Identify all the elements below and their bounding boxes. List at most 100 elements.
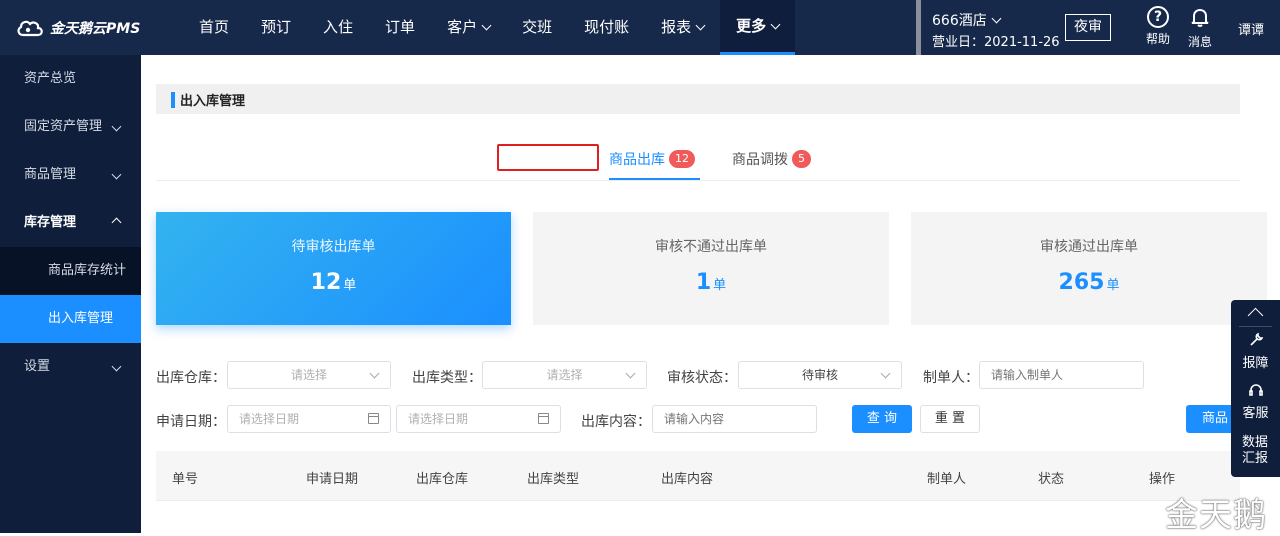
chevron-down-icon: [481, 20, 492, 31]
customer-service-button[interactable]: 客服: [1231, 382, 1280, 421]
tab-label: 商品调拨: [732, 152, 788, 168]
wrench-icon: [1249, 332, 1263, 346]
nav-home[interactable]: 首页: [183, 0, 245, 55]
messages-label: 消息: [1187, 35, 1212, 49]
card-label: 待审核出库单: [291, 239, 376, 255]
business-date: 营业日：2021-11-26: [932, 35, 1060, 50]
nav-customers[interactable]: 客户: [431, 0, 506, 55]
column-header-status: 状态: [1038, 472, 1065, 487]
topbar-divider: [916, 0, 921, 55]
data-report-button[interactable]: 数据汇报: [1240, 435, 1270, 467]
floating-service-panel: 报障 客服 数据汇报: [1231, 300, 1280, 477]
column-header-type: 出库类型: [527, 472, 580, 487]
chevron-down-icon: [991, 13, 1002, 24]
tab-highlight-box[interactable]: [497, 144, 599, 171]
sidebar-item-settings[interactable]: 设置: [0, 343, 141, 391]
card-value: 265 单: [911, 270, 1267, 295]
cloud-logo-icon: [17, 20, 43, 37]
card-review-rejected[interactable]: 审核不通过出库单 1单: [533, 212, 889, 325]
tab-divider: [156, 180, 1240, 181]
nav-reports[interactable]: 报表: [645, 0, 720, 55]
sidebar-item-label: 库存管理: [24, 215, 77, 230]
nav-more[interactable]: 更多: [720, 0, 796, 55]
title-accent-bar: [171, 92, 175, 108]
nav-more-label: 更多: [736, 17, 767, 35]
night-audit-button[interactable]: 夜审: [1065, 14, 1111, 41]
card-count: 265: [1058, 270, 1105, 295]
warehouse-label: 出库仓库：: [156, 370, 226, 386]
outbound-type-select[interactable]: 请选择: [482, 361, 647, 389]
column-header-apply-date: 申请日期: [306, 472, 359, 487]
date-placeholder: 请选择日期: [239, 412, 300, 426]
customer-service-label: 客服: [1242, 406, 1269, 421]
headset-icon: [1248, 384, 1263, 396]
sidebar-item-stock-inout[interactable]: 出入库管理: [0, 295, 141, 343]
brand-logo[interactable]: 金天鹅云PMS: [16, 16, 140, 40]
hotel-selector[interactable]: 666酒店: [932, 10, 1002, 30]
card-value: 12 单: [156, 270, 511, 295]
sidebar-item-label: 设置: [24, 359, 51, 374]
sidebar-item-fixed-assets[interactable]: 固定资产管理: [0, 103, 141, 151]
chevron-down-icon: [880, 368, 891, 379]
user-menu[interactable]: 谭谭: [1238, 19, 1264, 38]
card-unit: 单: [713, 278, 727, 293]
nav-checkin[interactable]: 入住: [307, 0, 369, 55]
creator-label: 制单人：: [923, 370, 979, 386]
outbound-type-label: 出库类型：: [412, 370, 482, 386]
warehouse-select[interactable]: 请选择: [227, 361, 391, 389]
chevron-down-icon: [111, 169, 122, 180]
date-placeholder: 请选择日期: [408, 412, 469, 426]
query-button[interactable]: 查 询: [852, 405, 912, 433]
main-content: 出入库管理 商品出库 12 商品调拨 5 待审核出库单 12 单 审核不通过出库单…: [141, 55, 1280, 533]
nav-cash-account[interactable]: 现付账: [568, 0, 645, 55]
main-nav: 首页 预订 入住 订单 客户 交班 现付账 报表 更多: [183, 0, 796, 55]
nav-orders[interactable]: 订单: [369, 0, 431, 55]
review-status-select[interactable]: 待审核: [738, 361, 902, 389]
start-date-picker[interactable]: 请选择日期: [227, 405, 391, 433]
card-label: 审核通过出库单: [1040, 239, 1138, 255]
outbound-content-input[interactable]: [652, 405, 817, 433]
apply-date-label: 申请日期：: [156, 414, 226, 430]
tab-goods-transfer[interactable]: 商品调拨 5: [732, 149, 811, 169]
column-header-order-no: 单号: [172, 472, 199, 487]
sidebar-item-label: 资产总览: [24, 71, 77, 86]
card-unit: 单: [1106, 278, 1120, 293]
card-count: 12: [310, 270, 342, 295]
chevron-up-icon: [111, 217, 122, 228]
page-header: 出入库管理: [156, 84, 1240, 114]
hotel-name: 666酒店: [932, 13, 987, 29]
sidebar-item-asset-overview[interactable]: 资产总览: [0, 55, 141, 103]
sidebar-item-inventory[interactable]: 库存管理: [0, 199, 141, 247]
nav-shift[interactable]: 交班: [506, 0, 568, 55]
messages-button[interactable]: 消息: [1185, 6, 1215, 50]
sidebar-item-stock-stats[interactable]: 商品库存统计: [0, 247, 141, 295]
report-issue-label: 报障: [1242, 356, 1269, 371]
watermark-text: 金天鹅: [1165, 495, 1267, 534]
collapse-panel-button[interactable]: [1231, 306, 1280, 324]
chevron-down-icon: [695, 20, 706, 31]
report-issue-button[interactable]: 报障: [1231, 332, 1280, 371]
sidebar: 资产总览 固定资产管理 商品管理 库存管理 商品库存统计 出入库管理 设置: [0, 55, 141, 533]
sidebar-item-goods[interactable]: 商品管理: [0, 151, 141, 199]
creator-input[interactable]: [979, 361, 1144, 389]
card-review-approved[interactable]: 审核通过出库单 265 单: [911, 212, 1267, 325]
select-value: 待审核: [801, 368, 838, 382]
nav-home-label: 首页: [199, 18, 230, 36]
nav-cash-account-label: 现付账: [584, 18, 630, 36]
select-placeholder: 请选择: [290, 368, 327, 382]
nav-reports-label: 报表: [661, 18, 692, 36]
calendar-icon: [368, 413, 379, 424]
card-pending-review[interactable]: 待审核出库单 12 单: [156, 212, 511, 325]
help-button[interactable]: ? 帮助: [1143, 6, 1173, 47]
sidebar-item-label: 固定资产管理: [24, 119, 103, 134]
tab-goods-outbound[interactable]: 商品出库 12: [609, 149, 695, 169]
chevron-up-icon: [1247, 307, 1264, 324]
top-bar: 金天鹅云PMS 首页 预订 入住 订单 客户 交班 现付账 报表 更多 666酒…: [0, 0, 1280, 55]
column-header-creator: 制单人: [927, 472, 967, 487]
chevron-down-icon: [111, 361, 122, 372]
nav-booking[interactable]: 预订: [245, 0, 307, 55]
sidebar-item-label: 商品库存统计: [48, 263, 127, 278]
reset-button[interactable]: 重 置: [920, 405, 980, 433]
end-date-picker[interactable]: 请选择日期: [396, 405, 561, 433]
sidebar-item-label: 出入库管理: [48, 311, 114, 326]
